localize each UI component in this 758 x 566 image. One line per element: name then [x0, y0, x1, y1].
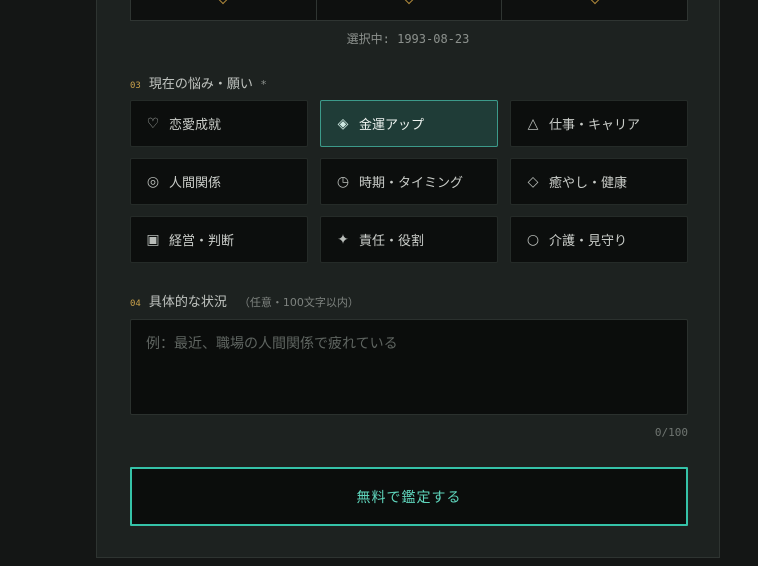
concern-option[interactable]: ▣ 経営・判断: [130, 216, 308, 263]
concern-option-label: 人間関係: [169, 176, 222, 191]
concern-section-label: 03 現在の悩み・願い *: [130, 73, 266, 92]
concern-option-label: 恋愛成就: [169, 118, 222, 133]
concern-option-label: 経営・判断: [169, 234, 235, 249]
concern-option[interactable]: ◈ 金運アップ: [320, 100, 498, 147]
section-title: 現在の悩み・願い: [148, 77, 253, 92]
char-counter: 0/100: [654, 426, 688, 439]
sparkle-icon: ✦: [337, 231, 349, 248]
chevron-down-icon: [404, 0, 414, 5]
textarea-placeholder: 例：最近、職場の人間関係で疲れている: [146, 336, 398, 352]
concern-option-label: 仕事・キャリア: [549, 118, 641, 133]
situation-textarea[interactable]: 例：最近、職場の人間関係で疲れている: [130, 319, 688, 415]
square-dot-icon: ▣: [146, 231, 160, 248]
section-number: 03: [130, 81, 141, 91]
circle-icon: ○: [526, 231, 540, 248]
section-number: 04: [130, 299, 141, 309]
concern-option-label: 金運アップ: [359, 118, 425, 133]
concern-option[interactable]: ◷ 時期・タイミング: [320, 158, 498, 205]
month-select[interactable]: [317, 0, 503, 20]
diamond-dot-icon: ◈: [337, 115, 349, 132]
chevron-down-icon: [590, 0, 599, 5]
concern-option[interactable]: ◇ 癒やし・健康: [510, 158, 688, 205]
year-select[interactable]: [131, 0, 317, 20]
clock-icon: ◷: [336, 173, 350, 190]
concern-option[interactable]: △ 仕事・キャリア: [510, 100, 688, 147]
birthdate-select-row: [130, 0, 688, 21]
section-hint: （任意・100文字以内）: [238, 296, 359, 309]
form-panel: 選択中: 1993-08-23 03 現在の悩み・願い * ♡ 恋愛成就 ◈ 金運アッ…: [96, 0, 720, 558]
concern-option[interactable]: ◎ 人間関係: [130, 158, 308, 205]
required-mark: *: [260, 78, 267, 91]
diamond-outline-icon: ◇: [527, 173, 539, 190]
concern-options-grid: ♡ 恋愛成就 ◈ 金運アップ △ 仕事・キャリア ◎ 人間関係 ◷ 時期・タイミング ◇ 癒やし・健康…: [130, 100, 688, 263]
selected-date-text: 選択中: 1993-08-23: [346, 32, 470, 46]
triangle-icon: △: [527, 115, 539, 132]
concern-option-label: 癒やし・健康: [549, 176, 628, 191]
concern-option-label: 時期・タイミング: [359, 176, 464, 191]
heart-icon: ♡: [146, 115, 160, 132]
section-title: 具体的な状況: [148, 295, 227, 310]
submit-button[interactable]: 無料で鑑定する: [130, 467, 688, 526]
concern-option[interactable]: ○ 介護・見守り: [510, 216, 688, 263]
chevron-down-icon: [219, 0, 228, 5]
day-select[interactable]: [502, 0, 687, 20]
concern-option-label: 責任・役割: [359, 234, 425, 249]
double-circle-icon: ◎: [146, 173, 160, 190]
situation-section-label: 04 具体的な状況 （任意・100文字以内）: [130, 291, 359, 310]
concern-option[interactable]: ♡ 恋愛成就: [130, 100, 308, 147]
concern-option[interactable]: ✦ 責任・役割: [320, 216, 498, 263]
concern-option-label: 介護・見守り: [549, 234, 628, 249]
